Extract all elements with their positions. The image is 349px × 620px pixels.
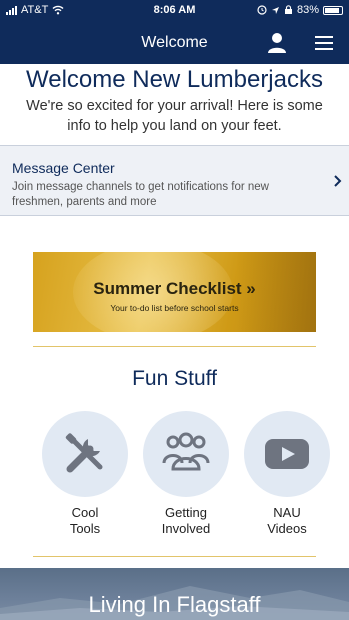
profile-button[interactable]	[265, 31, 289, 55]
tile-circle	[42, 411, 128, 497]
hamburger-menu-icon	[315, 36, 333, 50]
fun-stuff-title: Fun Stuff	[132, 367, 217, 390]
banner-title: Summer Checklist »	[93, 279, 256, 298]
tile-label-line2: Tools	[69, 521, 101, 536]
tools-icon	[65, 433, 103, 473]
tile-label: Cool Tools	[40, 505, 130, 537]
tile-circle	[244, 411, 330, 497]
banner-subtitle: Your to-do list before school starts	[110, 303, 239, 313]
chevron-right-icon	[334, 175, 342, 187]
alarm-icon	[257, 5, 267, 15]
tile-label: NAU Videos	[242, 505, 332, 537]
tile-cool-tools[interactable]: Cool Tools	[40, 411, 130, 537]
menu-button[interactable]	[313, 32, 335, 54]
status-bar: AT&T 8:06 AM 83%	[0, 0, 349, 22]
tile-label-line2: Involved	[161, 521, 211, 536]
message-center-card[interactable]: Message Center Join message channels to …	[0, 145, 349, 216]
tile-circle	[143, 411, 229, 497]
tile-getting-involved[interactable]: Getting Involved	[141, 411, 231, 537]
tile-label-line1: Getting	[165, 505, 207, 520]
battery-percent: 83%	[296, 4, 319, 16]
tile-label-line1: NAU	[273, 505, 301, 520]
battery-icon	[323, 5, 343, 15]
fun-stuff-tiles: Cool Tools Getting Involved NAU Videos	[0, 411, 349, 546]
living-title: Living In Flagstaff	[88, 592, 261, 617]
tile-label-line2: Videos	[267, 521, 307, 536]
tile-nau-videos[interactable]: NAU Videos	[242, 411, 332, 537]
location-icon	[271, 6, 279, 14]
summer-checklist-banner[interactable]: Summer Checklist » Your to-do list befor…	[33, 252, 316, 332]
message-center-title: Message Center	[12, 160, 115, 176]
divider	[33, 556, 316, 557]
tile-label-line1: Cool	[71, 505, 99, 520]
welcome-title: Welcome New Lumberjacks	[26, 66, 323, 93]
divider	[33, 346, 316, 347]
lock-rotation-icon	[284, 5, 292, 14]
user-icon	[268, 33, 286, 53]
living-in-flagstaff-banner[interactable]: Living In Flagstaff	[0, 568, 349, 620]
message-center-description: Join message channels to get notificatio…	[12, 181, 269, 208]
group-icon	[162, 432, 210, 471]
welcome-subtitle: We're so excited for your arrival! Here …	[26, 98, 323, 134]
page-title: Welcome	[141, 34, 208, 51]
video-play-icon	[265, 439, 309, 469]
app-header: Welcome	[0, 22, 349, 64]
tile-label: Getting Involved	[141, 505, 231, 537]
